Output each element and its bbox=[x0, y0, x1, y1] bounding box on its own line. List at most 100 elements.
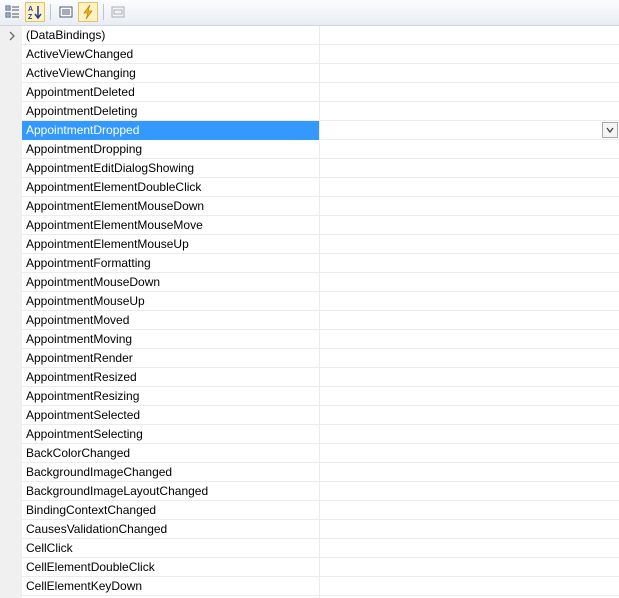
event-handler-value[interactable] bbox=[320, 482, 619, 501]
property-pages-button[interactable] bbox=[108, 2, 128, 22]
event-row[interactable]: CellElementDoubleClick bbox=[22, 558, 619, 577]
categorized-view-button[interactable] bbox=[3, 2, 23, 22]
event-row[interactable]: AppointmentRender bbox=[22, 349, 619, 368]
event-handler-value[interactable] bbox=[320, 463, 619, 482]
svg-text:Z: Z bbox=[28, 14, 33, 20]
event-handler-value[interactable] bbox=[320, 425, 619, 444]
event-handler-value[interactable] bbox=[320, 197, 619, 216]
event-name: AppointmentSelected bbox=[26, 408, 141, 422]
event-name: AppointmentResized bbox=[26, 370, 137, 384]
event-row[interactable]: ActiveViewChanged bbox=[22, 45, 619, 64]
event-name: AppointmentElementMouseMove bbox=[26, 218, 203, 232]
event-handler-value[interactable] bbox=[320, 577, 619, 596]
event-name: CellClick bbox=[26, 541, 73, 555]
event-name: BindingContextChanged bbox=[26, 503, 157, 517]
event-name: BackgroundImageLayoutChanged bbox=[26, 484, 209, 498]
event-row[interactable]: AppointmentFormatting bbox=[22, 254, 619, 273]
event-row[interactable]: AppointmentDropped bbox=[22, 121, 619, 140]
event-row[interactable]: AppointmentResized bbox=[22, 368, 619, 387]
event-row[interactable]: CellClick bbox=[22, 539, 619, 558]
event-handler-value[interactable] bbox=[320, 558, 619, 577]
event-name: AppointmentMoving bbox=[26, 332, 133, 346]
event-row[interactable]: AppointmentMoving bbox=[22, 330, 619, 349]
event-row[interactable]: BindingContextChanged bbox=[22, 501, 619, 520]
event-handler-value[interactable] bbox=[320, 520, 619, 539]
chevron-down-icon bbox=[606, 127, 614, 134]
event-name: CausesValidationChanged bbox=[26, 522, 168, 536]
event-handler-value[interactable] bbox=[320, 26, 619, 45]
event-row[interactable]: AppointmentSelecting bbox=[22, 425, 619, 444]
event-handler-value[interactable] bbox=[320, 311, 619, 330]
event-row[interactable]: AppointmentDeleting bbox=[22, 102, 619, 121]
event-handler-value[interactable] bbox=[320, 64, 619, 83]
event-handler-value[interactable] bbox=[320, 254, 619, 273]
event-name: AppointmentRender bbox=[26, 351, 133, 365]
event-name: AppointmentMouseDown bbox=[26, 275, 161, 289]
event-row[interactable]: AppointmentMoved bbox=[22, 311, 619, 330]
event-handler-value[interactable] bbox=[320, 273, 619, 292]
event-handler-value[interactable] bbox=[320, 140, 619, 159]
events-icon bbox=[83, 4, 93, 20]
event-name: BackgroundImageChanged bbox=[26, 465, 173, 479]
event-row[interactable]: AppointmentResizing bbox=[22, 387, 619, 406]
toolbar-separator bbox=[50, 4, 51, 20]
chevron-right-icon[interactable] bbox=[7, 31, 17, 41]
event-row[interactable]: BackgroundImageLayoutChanged bbox=[22, 482, 619, 501]
event-name: BackColorChanged bbox=[26, 446, 131, 460]
event-row[interactable]: ActiveViewChanging bbox=[22, 64, 619, 83]
event-handler-value[interactable] bbox=[320, 539, 619, 558]
event-name: AppointmentEditDialogShowing bbox=[26, 161, 195, 175]
event-row[interactable]: AppointmentElementMouseDown bbox=[22, 197, 619, 216]
toolbar: A Z bbox=[0, 0, 619, 26]
event-handler-value[interactable] bbox=[320, 178, 619, 197]
event-row[interactable]: AppointmentEditDialogShowing bbox=[22, 159, 619, 178]
event-row[interactable]: BackgroundImageChanged bbox=[22, 463, 619, 482]
event-row[interactable]: AppointmentElementMouseMove bbox=[22, 216, 619, 235]
event-handler-value[interactable] bbox=[320, 444, 619, 463]
event-row[interactable]: AppointmentElementMouseUp bbox=[22, 235, 619, 254]
event-row[interactable]: CausesValidationChanged bbox=[22, 520, 619, 539]
event-row[interactable]: BackColorChanged bbox=[22, 444, 619, 463]
event-row[interactable]: AppointmentMouseDown bbox=[22, 273, 619, 292]
event-handler-value[interactable] bbox=[320, 349, 619, 368]
event-name: AppointmentDropped bbox=[26, 123, 140, 137]
property-grid: (DataBindings) ActiveViewChanged ActiveVie… bbox=[0, 26, 619, 598]
event-row[interactable]: (DataBindings) bbox=[22, 26, 619, 45]
event-name: (DataBindings) bbox=[26, 28, 106, 42]
event-row[interactable]: AppointmentDeleted bbox=[22, 83, 619, 102]
event-row[interactable]: AppointmentMouseUp bbox=[22, 292, 619, 311]
properties-button[interactable] bbox=[56, 2, 76, 22]
event-handler-value[interactable] bbox=[320, 330, 619, 349]
event-name: AppointmentMouseUp bbox=[26, 294, 145, 308]
event-handler-value[interactable] bbox=[320, 121, 619, 140]
event-handler-value[interactable] bbox=[320, 235, 619, 254]
event-handler-value[interactable] bbox=[320, 387, 619, 406]
event-handler-value[interactable] bbox=[320, 216, 619, 235]
event-row[interactable]: AppointmentDropping bbox=[22, 140, 619, 159]
event-name: AppointmentDeleted bbox=[26, 85, 135, 99]
event-handler-value[interactable] bbox=[320, 102, 619, 121]
event-name: ActiveViewChanged bbox=[26, 47, 134, 61]
handler-dropdown-button[interactable] bbox=[602, 122, 618, 138]
event-handler-value[interactable] bbox=[320, 292, 619, 311]
event-row[interactable]: CellElementKeyDown bbox=[22, 577, 619, 596]
categorized-view-icon bbox=[5, 5, 19, 18]
events-button[interactable] bbox=[78, 2, 98, 22]
grid-gutter bbox=[0, 26, 22, 598]
event-handler-value[interactable] bbox=[320, 501, 619, 520]
event-handler-value[interactable] bbox=[320, 159, 619, 178]
event-handler-value[interactable] bbox=[320, 406, 619, 425]
toolbar-separator bbox=[103, 4, 104, 20]
event-row[interactable]: AppointmentElementDoubleClick bbox=[22, 178, 619, 197]
event-name: AppointmentMoved bbox=[26, 313, 130, 327]
event-name: AppointmentElementMouseUp bbox=[26, 237, 189, 251]
event-handler-value[interactable] bbox=[320, 45, 619, 64]
alphabetical-sort-button[interactable]: A Z bbox=[25, 2, 45, 22]
property-pages-icon bbox=[111, 6, 125, 18]
event-row[interactable]: AppointmentSelected bbox=[22, 406, 619, 425]
svg-text:A: A bbox=[28, 6, 33, 13]
event-handler-value[interactable] bbox=[320, 368, 619, 387]
event-name: AppointmentElementMouseDown bbox=[26, 199, 205, 213]
event-name: AppointmentSelecting bbox=[26, 427, 143, 441]
event-handler-value[interactable] bbox=[320, 83, 619, 102]
